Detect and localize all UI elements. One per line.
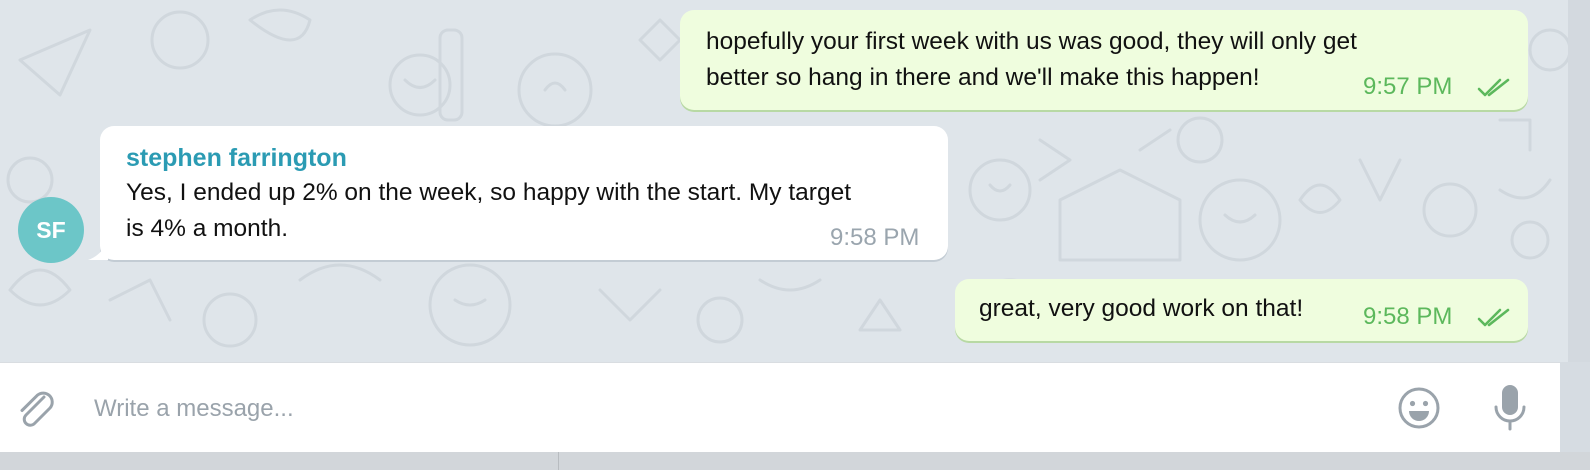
message-text-line: better so hang in there and we'll make t… <box>706 64 1260 91</box>
outgoing-message-bubble[interactable]: great, very good work on that! 9:58 PM <box>955 279 1528 341</box>
paperclip-icon[interactable] <box>14 387 58 431</box>
message-text-line: hopefully your first week with us was go… <box>706 28 1357 55</box>
message-input[interactable] <box>94 391 1364 427</box>
message-composer <box>0 362 1560 453</box>
incoming-bubble-tail <box>88 242 108 260</box>
read-double-check-icon <box>1477 78 1510 97</box>
avatar[interactable]: SF <box>18 197 84 263</box>
sender-name[interactable]: stephen farrington <box>126 144 347 173</box>
read-double-check-icon <box>1477 308 1510 327</box>
window-bottom-edge <box>0 452 1590 470</box>
message-time: 9:58 PM <box>830 224 920 251</box>
message-text-line: is 4% a month. <box>126 215 289 242</box>
message-time: 9:58 PM <box>1363 303 1453 330</box>
chat-scrollbar[interactable] <box>1568 0 1590 362</box>
incoming-message-bubble[interactable]: stephen farrington Yes, I ended up 2% on… <box>100 126 948 260</box>
message-text-line: great, very good work on that! <box>979 295 1304 322</box>
outgoing-message-bubble[interactable]: hopefully your first week with us was go… <box>680 10 1528 110</box>
pane-divider <box>558 452 559 470</box>
message-time: 9:57 PM <box>1363 73 1453 100</box>
microphone-icon[interactable] <box>1490 383 1530 433</box>
message-text-line: Yes, I ended up 2% on the week, so happy… <box>126 179 851 206</box>
emoji-icon[interactable] <box>1396 385 1442 431</box>
